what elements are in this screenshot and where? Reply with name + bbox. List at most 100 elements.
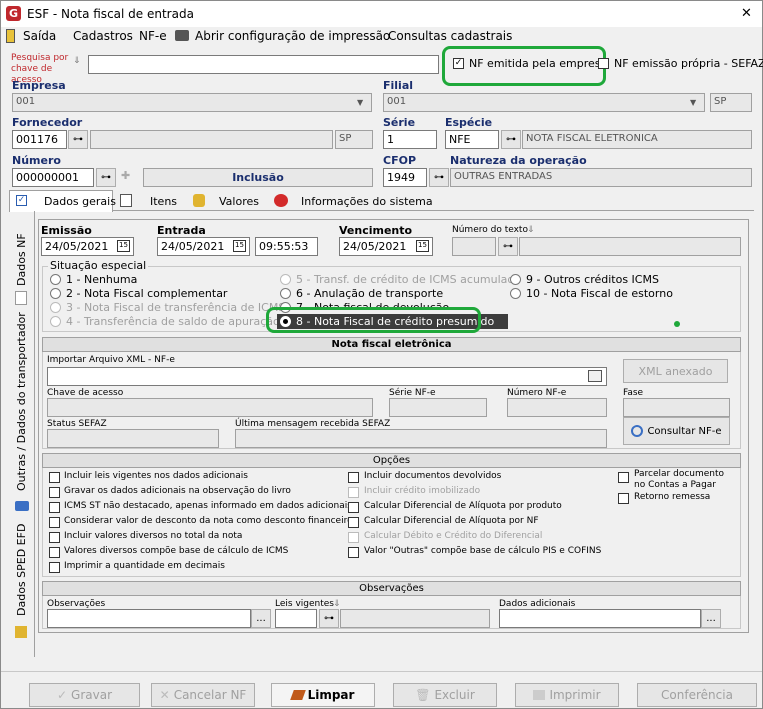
opt3-1-checkbox[interactable] bbox=[618, 472, 629, 483]
filial-select[interactable]: 001 bbox=[383, 93, 705, 112]
ultima-msg-field bbox=[235, 429, 607, 448]
vtab-dados-sped[interactable]: Dados SPED EFD bbox=[15, 524, 28, 616]
opt1-1-checkbox[interactable] bbox=[49, 472, 60, 483]
binoculars-icon[interactable]: ⊶ bbox=[498, 237, 518, 256]
opt2-3-label: Calcular Diferencial de Alíquota por pro… bbox=[364, 501, 562, 511]
numero-input[interactable]: 000000001 bbox=[12, 168, 94, 187]
radio-2[interactable] bbox=[50, 288, 61, 299]
serie-input[interactable]: 1 bbox=[383, 130, 437, 149]
opt2-4-checkbox[interactable] bbox=[348, 517, 359, 528]
tab-dados-gerais[interactable]: ✓ Dados gerais bbox=[9, 190, 116, 212]
cancelar-button[interactable]: ✕ Cancelar NF bbox=[151, 683, 255, 707]
nf-emissao-propria-checkbox[interactable] bbox=[598, 58, 609, 69]
pin-icon: ⇓ bbox=[333, 599, 341, 609]
calendar-icon[interactable]: 15 bbox=[117, 240, 130, 252]
folder-icon[interactable] bbox=[588, 370, 602, 382]
menu-abrir-config[interactable]: Abrir configuração de impressão bbox=[195, 29, 390, 43]
menu-consultas[interactable]: Consultas cadastrais bbox=[388, 29, 512, 43]
radio-6[interactable] bbox=[280, 288, 291, 299]
limpar-label: Limpar bbox=[307, 688, 355, 702]
tab-itens[interactable]: Itens bbox=[114, 192, 182, 211]
radio-4[interactable] bbox=[50, 316, 61, 327]
opt2-5-checkbox[interactable] bbox=[348, 532, 359, 543]
obs-label: Observações bbox=[47, 599, 106, 609]
binoculars-icon[interactable]: ⊶ bbox=[68, 130, 88, 149]
opt2-3-checkbox[interactable] bbox=[348, 502, 359, 513]
pencil-icon bbox=[15, 626, 27, 638]
xml-anexado-button[interactable]: XML anexado bbox=[623, 359, 728, 383]
leis-input[interactable] bbox=[275, 609, 317, 628]
num-texto-input[interactable] bbox=[452, 237, 496, 256]
menu-bar: Saída Cadastros NF-e Abrir configuração … bbox=[1, 27, 762, 47]
printer-icon bbox=[533, 690, 546, 700]
radio-3[interactable] bbox=[50, 302, 61, 313]
cfop-input[interactable]: 1949 bbox=[383, 168, 427, 187]
truck-icon bbox=[15, 501, 29, 511]
obs-input[interactable] bbox=[47, 609, 251, 628]
tab-label: Valores bbox=[219, 195, 259, 208]
radio-2-label: 2 - Nota Fiscal complementar bbox=[66, 287, 228, 300]
opt1-4-checkbox[interactable] bbox=[49, 517, 60, 528]
status-field: Inclusão bbox=[143, 168, 373, 187]
opt1-6-checkbox[interactable] bbox=[49, 547, 60, 558]
fornecedor-code-input[interactable]: 001176 bbox=[12, 130, 67, 149]
close-icon[interactable]: ✕ bbox=[741, 6, 752, 21]
consultar-nfe-button[interactable]: Consultar NF-e bbox=[623, 417, 730, 445]
menu-saida[interactable]: Saída bbox=[23, 29, 56, 43]
obs-dots-button[interactable]: ... bbox=[251, 609, 271, 628]
opt2-4-label: Calcular Diferencial de Alíquota por NF bbox=[364, 516, 539, 526]
dados-dots-button[interactable]: ... bbox=[701, 609, 721, 628]
search-input[interactable] bbox=[88, 55, 439, 74]
binoculars-icon[interactable]: ⊶ bbox=[319, 609, 339, 628]
calendar-icon[interactable]: 15 bbox=[233, 240, 246, 252]
imprimir-button[interactable]: Imprimir bbox=[515, 683, 619, 707]
opt3-2-checkbox[interactable] bbox=[618, 493, 629, 504]
trash-icon: 🗑 bbox=[415, 688, 431, 702]
binoculars-icon[interactable]: ⊶ bbox=[96, 168, 116, 187]
situacao-title: Situação especial bbox=[48, 259, 149, 272]
consultar-nfe-label: Consultar NF-e bbox=[647, 425, 722, 437]
binoculars-icon[interactable]: ⊶ bbox=[429, 168, 449, 187]
opt1-5-label: Incluir valores diversos no total da not… bbox=[64, 531, 243, 541]
calendar-icon[interactable]: 15 bbox=[416, 240, 429, 252]
gravar-button[interactable]: ✓ Gravar bbox=[29, 683, 140, 707]
opt2-2-checkbox[interactable] bbox=[348, 487, 359, 498]
num-texto-label: Número do texto bbox=[452, 225, 528, 235]
binoculars-icon[interactable]: ⊶ bbox=[501, 130, 521, 149]
main-window: G ESF - Nota fiscal de entrada ✕ Saída C… bbox=[0, 0, 763, 709]
conferencia-button[interactable]: Conferência bbox=[637, 683, 757, 707]
opt1-3-checkbox[interactable] bbox=[49, 502, 60, 513]
edit-icon bbox=[120, 194, 132, 207]
menu-nfe[interactable]: NF-e bbox=[139, 29, 167, 43]
opt1-7-checkbox[interactable] bbox=[49, 562, 60, 573]
menu-cadastros[interactable]: Cadastros bbox=[73, 29, 133, 43]
entrada-hora[interactable]: 09:55:53 bbox=[255, 237, 318, 256]
natureza-label: Natureza da operação bbox=[450, 154, 587, 167]
plus-icon: ✚ bbox=[121, 169, 131, 182]
nf-emitida-checkbox[interactable]: ✓ bbox=[453, 58, 464, 69]
numero-nfe-field bbox=[507, 398, 607, 417]
vtab-outras-transportador[interactable]: Outras / Dados do transportador bbox=[15, 312, 28, 491]
empresa-select[interactable]: 001 bbox=[12, 93, 372, 112]
limpar-button[interactable]: Limpar bbox=[271, 683, 375, 707]
radio-9[interactable] bbox=[510, 274, 521, 285]
tab-valores[interactable]: Valores bbox=[185, 192, 265, 211]
opt2-1-checkbox[interactable] bbox=[348, 472, 359, 483]
opt1-2-checkbox[interactable] bbox=[49, 487, 60, 498]
vtab-dados-nf[interactable]: Dados NF bbox=[15, 226, 28, 286]
importar-xml-input[interactable] bbox=[47, 367, 607, 386]
tab-info-sistema[interactable]: Informações do sistema bbox=[268, 192, 433, 211]
opt1-2-label: Gravar os dados adicionais na observação… bbox=[64, 486, 291, 496]
radio-10[interactable] bbox=[510, 288, 521, 299]
excluir-button[interactable]: 🗑 Excluir bbox=[393, 683, 497, 707]
radio-1[interactable] bbox=[50, 274, 61, 285]
opt2-6-checkbox[interactable] bbox=[348, 547, 359, 558]
especie-input[interactable]: NFE bbox=[445, 130, 499, 149]
dados-input[interactable] bbox=[499, 609, 701, 628]
opt1-5-checkbox[interactable] bbox=[49, 532, 60, 543]
radio-5-label: 5 - Transf. de crédito de ICMS acumulado bbox=[296, 273, 522, 286]
radio-9-label: 9 - Outros créditos ICMS bbox=[526, 273, 659, 286]
radio-5[interactable] bbox=[280, 274, 291, 285]
chave-field bbox=[47, 398, 373, 417]
radio-10-label: 10 - Nota Fiscal de estorno bbox=[526, 287, 673, 300]
